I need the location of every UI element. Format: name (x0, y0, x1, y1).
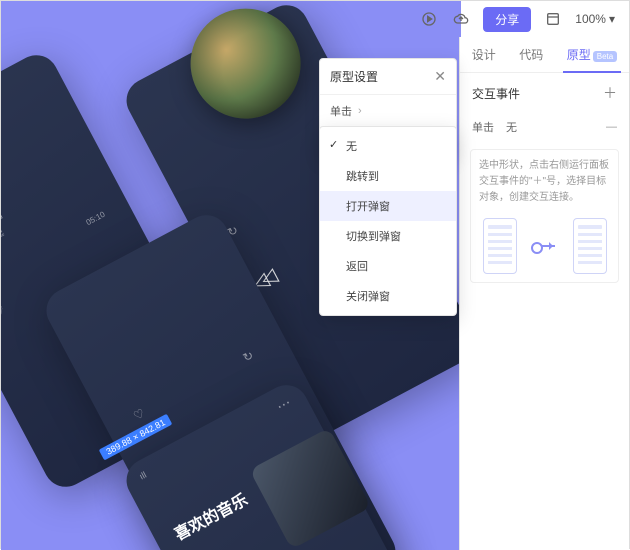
panel-tabs: 设计 代码 原型Beta (460, 37, 629, 73)
beta-badge: Beta (593, 51, 617, 62)
action-dropdown: 无 跳转到 打开弹窗 切换到弹窗 返回 关闭弹窗 (319, 126, 457, 316)
heart-icon: ♡ (1, 302, 7, 319)
event-trigger-select[interactable]: 单击 (320, 95, 456, 127)
arrow-icon (535, 245, 555, 247)
top-toolbar: 分享 100%▾ (405, 1, 629, 37)
zoom-value: 100% (575, 12, 606, 26)
more-icon: ⋯ (274, 394, 294, 416)
add-interaction-button[interactable]: ＋ (603, 83, 617, 103)
dropdown-item[interactable]: 返回 (320, 251, 456, 281)
dropdown-item[interactable]: 打开弹窗 (320, 191, 456, 221)
chevron-down-icon: ▾ (609, 12, 615, 26)
zoom-control[interactable]: 100%▾ (575, 12, 615, 26)
wireframe-icon (573, 218, 607, 274)
tab-design[interactable]: 设计 (468, 37, 500, 73)
dropdown-item[interactable]: 无 (320, 131, 456, 161)
repeat-icon: ↻ (241, 348, 256, 365)
tab-code[interactable]: 代码 (515, 37, 547, 73)
remove-interaction-button[interactable]: — (606, 121, 617, 133)
share-button[interactable]: 分享 (483, 7, 531, 32)
hint-text: 选中形状，点击右侧运行面板交互事件的"＋"号，选择目标对象，创建交互连接。 (479, 160, 609, 203)
interaction-row[interactable]: 单击 无 — (460, 113, 629, 141)
heart-icon: ♡ (131, 406, 147, 423)
track-subtitle: —首歌让你想起 (1, 228, 6, 264)
time-label: 05:10 (85, 210, 107, 227)
page-heading: 喜欢的音乐 (169, 486, 251, 545)
popup-title: 原型设置 (330, 68, 378, 85)
inspector-panel: 设计 代码 原型Beta 交互事件 ＋ 单击 无 — 选中形状，点击右侧运行面板… (459, 37, 629, 550)
section-title: 交互事件 (472, 85, 520, 102)
tab-prototype[interactable]: 原型Beta (563, 37, 621, 73)
wireframe-icon (483, 218, 517, 274)
dropdown-item[interactable]: 关闭弹窗 (320, 281, 456, 311)
hint-diagram (479, 218, 610, 274)
dropdown-item[interactable]: 跳转到 (320, 161, 456, 191)
event-action: 无 (506, 119, 606, 135)
person-image (249, 428, 371, 550)
dropdown-item[interactable]: 切换到弹窗 (320, 221, 456, 251)
signal-icon: ıll (138, 470, 148, 482)
layout-icon[interactable] (543, 9, 563, 29)
cloud-upload-icon[interactable] (451, 9, 471, 29)
album-art (171, 1, 320, 138)
play-preview-icon[interactable] (419, 9, 439, 29)
help-hint: 选中形状，点击右侧运行面板交互事件的"＋"号，选择目标对象，创建交互连接。 (470, 149, 619, 283)
tab-label: 原型 (567, 48, 591, 62)
close-icon[interactable]: ✕ (434, 68, 446, 85)
event-name: 单击 (472, 119, 494, 135)
